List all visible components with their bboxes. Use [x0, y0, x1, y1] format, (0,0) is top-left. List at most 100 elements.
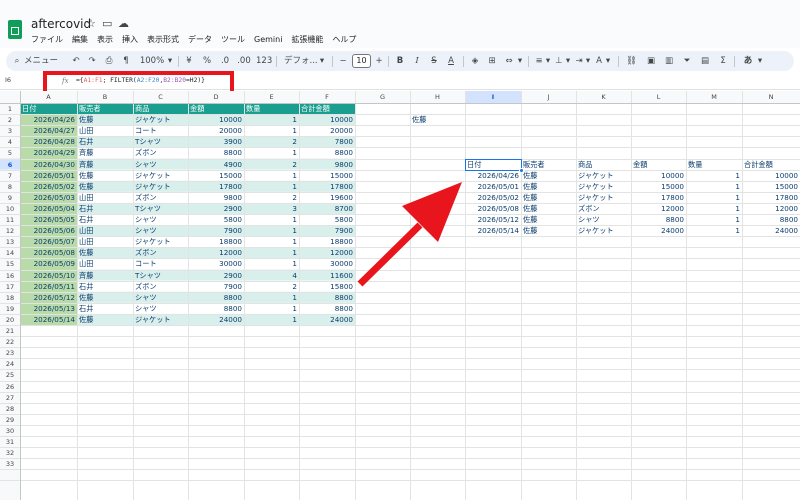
print-icon[interactable]: ⎙ [103, 51, 115, 71]
menu-item[interactable]: 編集 [72, 34, 88, 48]
zoom-chevron-down-icon[interactable]: ▾ [166, 51, 174, 71]
font-family-select[interactable]: デフォ... [284, 51, 318, 71]
wrap-chevron-down-icon[interactable]: ▾ [584, 51, 592, 71]
row-header[interactable]: 27 [0, 394, 20, 402]
menu-item[interactable]: ツール [221, 34, 245, 48]
fill-color-icon[interactable]: ◈ [470, 51, 480, 71]
number-format-button[interactable]: 123 [256, 51, 272, 71]
menu-item[interactable]: Gemini [254, 34, 282, 48]
filter-views-icon[interactable]: ▤ [700, 51, 710, 71]
formula-input[interactable]: ={A1:F1; FILTER(A2:F20,B2:B20=H2)} [76, 77, 205, 84]
menu-item[interactable]: 表示 [97, 34, 113, 48]
bold-button[interactable]: B [395, 51, 405, 71]
row-header[interactable]: 25 [0, 371, 20, 379]
fill-handle[interactable] [519, 167, 524, 173]
align-chevron-down-icon[interactable]: ▾ [544, 51, 552, 71]
row-header[interactable]: 2 [0, 116, 20, 124]
menu-item[interactable]: 表示形式 [147, 34, 179, 48]
rotation-chevron-down-icon[interactable]: ▾ [604, 51, 612, 71]
row-header[interactable]: 1 [0, 105, 20, 113]
row-header[interactable]: 17 [0, 283, 20, 291]
table-cell: 2026/05/02 [477, 192, 519, 202]
strikethrough-button[interactable]: S [429, 51, 439, 71]
row-header[interactable]: 31 [0, 438, 20, 446]
row-header[interactable]: 32 [0, 449, 20, 457]
row-header[interactable]: 26 [0, 383, 20, 391]
paint-format-icon[interactable]: ¶ [120, 51, 132, 71]
row-header[interactable]: 7 [0, 172, 20, 180]
search-menus-button[interactable]: メニュー [24, 51, 68, 71]
font-size-decrease-icon[interactable]: − [338, 51, 348, 71]
row-header[interactable]: 4 [0, 138, 20, 146]
font-size-increase-icon[interactable]: + [374, 51, 384, 71]
row-header[interactable]: 5 [0, 149, 20, 157]
italic-button[interactable]: I [412, 51, 422, 71]
row-header[interactable]: 23 [0, 349, 20, 357]
row-header[interactable]: 20 [0, 316, 20, 324]
row-header[interactable]: 29 [0, 416, 20, 424]
currency-icon[interactable]: ¥ [184, 51, 194, 71]
functions-icon[interactable]: Σ [718, 51, 728, 71]
font-chevron-down-icon[interactable]: ▾ [318, 51, 326, 71]
table-cell: 佐藤 [523, 170, 538, 180]
sheets-logo-icon[interactable] [8, 20, 22, 39]
menu-item[interactable]: 拡張機能 [291, 34, 323, 48]
row-header[interactable]: 11 [0, 216, 20, 224]
row-header[interactable]: 6 [0, 161, 20, 169]
move-folder-icon[interactable]: ▭ [102, 17, 112, 31]
percent-button[interactable]: % [202, 51, 212, 71]
table-cell: 10000 [330, 115, 353, 125]
row-header[interactable]: 19 [0, 305, 20, 313]
menu-item[interactable]: ヘルプ [332, 34, 356, 48]
name-box[interactable]: I6 [5, 76, 11, 84]
row-header[interactable]: 9 [0, 194, 20, 202]
table-cell: 2026/05/11 [33, 281, 75, 291]
row-header[interactable]: 24 [0, 360, 20, 368]
zoom-select[interactable]: 100% [138, 51, 166, 71]
text-color-button[interactable]: A [446, 51, 456, 71]
redo-icon[interactable]: ↷ [86, 51, 98, 71]
merge-chevron-down-icon[interactable]: ▾ [516, 51, 524, 71]
document-title[interactable]: aftercovid [31, 17, 91, 31]
decrease-decimal-button[interactable]: .0 [218, 51, 232, 71]
borders-icon[interactable]: ⊞ [487, 51, 497, 71]
row-header[interactable]: 8 [0, 183, 20, 191]
row-header[interactable]: 10 [0, 205, 20, 213]
increase-decimal-button[interactable]: .00 [236, 51, 252, 71]
row-header[interactable]: 12 [0, 227, 20, 235]
table-cell: 2900 [223, 270, 242, 280]
row-header[interactable]: 21 [0, 327, 20, 335]
row-header[interactable]: 16 [0, 272, 20, 280]
insert-chart-icon[interactable]: ▥ [664, 51, 674, 71]
row-header[interactable]: 22 [0, 338, 20, 346]
row-header[interactable]: 14 [0, 249, 20, 257]
row-header[interactable]: 18 [0, 294, 20, 302]
menu-item[interactable]: ファイル [31, 34, 63, 48]
row-header[interactable]: 33 [0, 460, 20, 468]
search-icon[interactable]: ⌕ [12, 51, 22, 71]
row-header[interactable]: 30 [0, 427, 20, 435]
undo-icon[interactable]: ↶ [70, 51, 82, 71]
merge-cells-icon[interactable]: ⇔ [504, 51, 514, 71]
menu-item[interactable]: 挿入 [122, 34, 138, 48]
row-header[interactable]: 3 [0, 127, 20, 135]
row-header[interactable]: 28 [0, 405, 20, 413]
spreadsheet-grid[interactable]: A B C D E F G H I J K L M N 1 2 3 4 5 6 7 8 9 10 11 12 13 14 15 16 17 1… [0, 91, 800, 500]
text-rotation-icon[interactable]: A [594, 51, 604, 71]
filter-icon[interactable]: ⏷ [682, 51, 692, 71]
star-icon[interactable]: ☆ [86, 17, 96, 31]
valign-chevron-down-icon[interactable]: ▾ [564, 51, 572, 71]
input-tools-button[interactable]: あ [742, 51, 754, 71]
input-tools-chevron-down-icon[interactable]: ▾ [756, 51, 764, 71]
insert-comment-icon[interactable]: ▣ [646, 51, 656, 71]
menu-item[interactable]: データ [188, 34, 212, 48]
row-header[interactable]: 13 [0, 238, 20, 246]
table-header-cell: 商品 [578, 159, 593, 169]
insert-link-icon[interactable]: ⛓ [626, 51, 637, 71]
font-size-input[interactable]: 10 [352, 54, 371, 68]
horizontal-align-icon[interactable]: ≡ [534, 51, 544, 71]
cloud-saved-icon[interactable]: ☁ [118, 17, 129, 31]
vertical-align-icon[interactable]: ⊥ [554, 51, 564, 71]
row-header[interactable]: 15 [0, 260, 20, 268]
text-wrapping-icon[interactable]: ⇥ [574, 51, 584, 71]
